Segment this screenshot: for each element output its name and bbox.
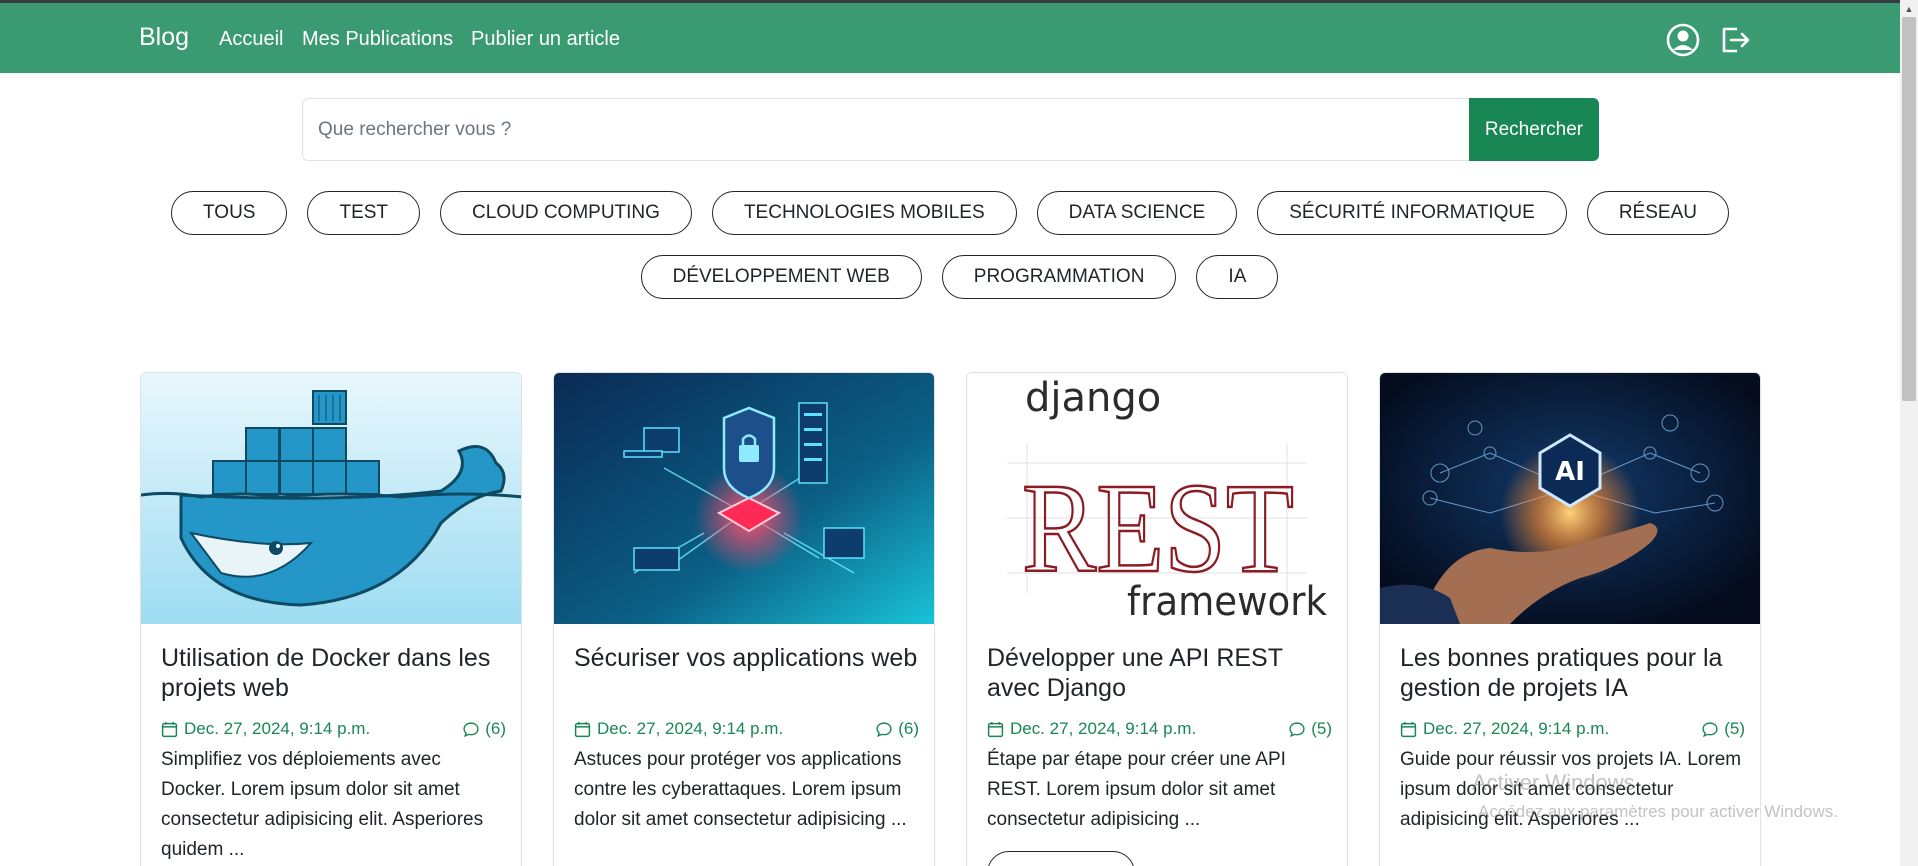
comment-icon xyxy=(1289,721,1305,737)
category-data-science[interactable]: DATA SCIENCE xyxy=(1036,191,1238,235)
category-test[interactable]: TEST xyxy=(307,191,421,235)
article-date-text: Dec. 27, 2024, 9:14 p.m. xyxy=(1423,719,1610,738)
category-developpement-web[interactable]: DÉVELOPPEMENT WEB xyxy=(640,255,922,299)
article-description: Étape par étape pour créer une API REST.… xyxy=(987,749,1286,830)
article-date: Dec. 27, 2024, 9:14 p.m. xyxy=(161,719,370,739)
cybersecurity-illustration xyxy=(554,373,934,624)
search-button[interactable]: Rechercher xyxy=(1469,98,1599,161)
category-filters: TOUS TEST CLOUD COMPUTING TECHNOLOGIES M… xyxy=(0,191,1900,319)
brand-link[interactable]: Blog xyxy=(139,23,189,52)
calendar-icon xyxy=(987,721,1004,737)
comment-count: (6) xyxy=(898,719,919,738)
docker-whale-logo xyxy=(141,373,521,624)
comment-count: (5) xyxy=(1311,719,1332,738)
ai-chip-label: AI xyxy=(1555,457,1585,487)
read-more-button[interactable] xyxy=(987,851,1135,866)
comment-icon xyxy=(1702,721,1718,737)
calendar-icon xyxy=(1400,721,1417,737)
article-date: Dec. 27, 2024, 9:14 p.m. xyxy=(574,719,783,739)
user-circle-icon[interactable] xyxy=(1665,22,1701,58)
category-cloud-computing[interactable]: CLOUD COMPUTING xyxy=(440,191,692,235)
article-description: Astuces pour protéger vos applications c… xyxy=(574,749,907,830)
search-input[interactable] xyxy=(302,98,1470,161)
scrollbar-thumb[interactable] xyxy=(1902,17,1916,401)
article-comments[interactable]: (5) xyxy=(1288,719,1332,739)
category-row: TOUS TEST CLOUD COMPUTING TECHNOLOGIES M… xyxy=(0,191,1900,235)
nav-link-publier[interactable]: Publier un article xyxy=(471,28,620,51)
page-scrollbar[interactable]: ▲ xyxy=(1900,0,1918,866)
article-meta: Dec. 27, 2024, 9:14 p.m. (5) xyxy=(987,719,1332,743)
article-title[interactable]: Les bonnes pratiques pour la gestion de … xyxy=(1400,643,1745,703)
comment-icon xyxy=(876,721,892,737)
category-securite-informatique[interactable]: SÉCURITÉ INFORMATIQUE xyxy=(1257,191,1567,235)
article-meta: Dec. 27, 2024, 9:14 p.m. (6) xyxy=(574,719,919,743)
logout-icon[interactable] xyxy=(1717,22,1753,58)
article-meta: Dec. 27, 2024, 9:14 p.m. (5) xyxy=(1400,719,1745,743)
article-title[interactable]: Sécuriser vos applications web xyxy=(574,643,919,673)
nav-link-mes-publications[interactable]: Mes Publications xyxy=(302,28,453,51)
article-title[interactable]: Utilisation de Docker dans les projets w… xyxy=(161,643,506,703)
rest-logo-text: REST xyxy=(1022,457,1294,599)
category-ia[interactable]: IA xyxy=(1196,255,1279,299)
article-comments[interactable]: (6) xyxy=(462,719,506,739)
article-date: Dec. 27, 2024, 9:14 p.m. xyxy=(987,719,1196,739)
calendar-icon xyxy=(161,721,178,737)
windows-activation-subtitle: Accédez aux paramètres pour activer Wind… xyxy=(1478,802,1838,821)
article-comments[interactable]: (6) xyxy=(875,719,919,739)
category-reseau[interactable]: RÉSEAU xyxy=(1586,191,1729,235)
framework-logo-text: framework xyxy=(1127,579,1328,624)
category-technologies-mobiles[interactable]: TECHNOLOGIES MOBILES xyxy=(711,191,1017,235)
nav-link-accueil[interactable]: Accueil xyxy=(219,28,283,51)
category-row: DÉVELOPPEMENT WEB PROGRAMMATION IA xyxy=(0,255,1900,299)
article-date-text: Dec. 27, 2024, 9:14 p.m. xyxy=(597,719,784,738)
category-tous[interactable]: TOUS xyxy=(171,191,288,235)
article-meta: Dec. 27, 2024, 9:14 p.m. (6) xyxy=(161,719,506,743)
django-rest-framework-logo: django REST framework xyxy=(967,373,1347,624)
article-card: Utilisation de Docker dans les projets w… xyxy=(140,372,522,866)
article-date: Dec. 27, 2024, 9:14 p.m. xyxy=(1400,719,1609,739)
comment-count: (5) xyxy=(1724,719,1745,738)
ai-hand-illustration: AI xyxy=(1380,373,1760,624)
scroll-up-arrow-icon[interactable]: ▲ xyxy=(1900,0,1918,17)
comment-icon xyxy=(463,721,479,737)
calendar-icon xyxy=(574,721,591,737)
navbar: Blog Accueil Mes Publications Publier un… xyxy=(0,3,1900,73)
article-card: django REST framework Développer une API… xyxy=(966,372,1348,866)
article-title[interactable]: Développer une API REST avec Django xyxy=(987,643,1332,703)
article-comments[interactable]: (5) xyxy=(1701,719,1745,739)
category-programmation[interactable]: PROGRAMMATION xyxy=(941,255,1177,299)
search-bar: Rechercher xyxy=(302,98,1599,161)
article-date-text: Dec. 27, 2024, 9:14 p.m. xyxy=(1010,719,1197,738)
article-card: Sécuriser vos applications web Dec. 27, … xyxy=(553,372,935,866)
django-logo-text: django xyxy=(1025,375,1161,421)
article-date-text: Dec. 27, 2024, 9:14 p.m. xyxy=(184,719,371,738)
article-description: Simplifiez vos déploiements avec Docker.… xyxy=(161,749,484,860)
windows-activation-title: Activer Windows xyxy=(1472,770,1635,795)
comment-count: (6) xyxy=(485,719,506,738)
